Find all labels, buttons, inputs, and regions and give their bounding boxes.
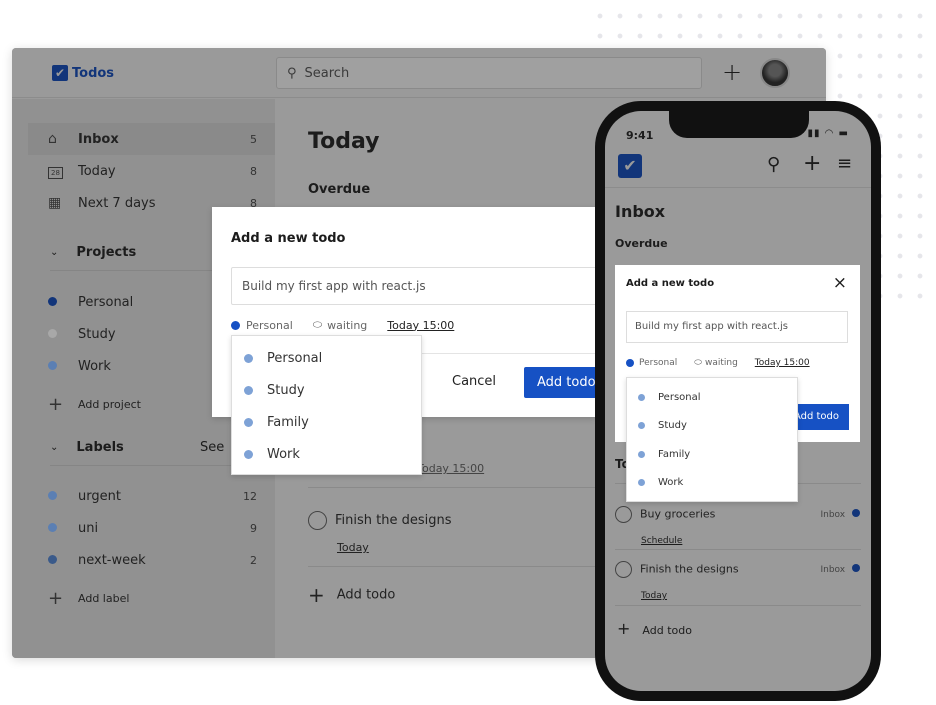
project-color-dot bbox=[852, 509, 860, 517]
search-icon: ⚲ bbox=[287, 65, 297, 81]
plus-icon: + bbox=[48, 393, 64, 415]
project-color-dot bbox=[48, 361, 57, 370]
todo-item[interactable]: Finish the designs bbox=[308, 511, 452, 530]
dropdown-option[interactable]: Work bbox=[627, 469, 797, 498]
sidebar-item-today[interactable]: 28 Today 8 bbox=[28, 155, 275, 187]
label-item[interactable]: urgent 12 bbox=[28, 480, 275, 512]
dropdown-option[interactable]: Family bbox=[627, 440, 797, 469]
home-icon: ⌂ bbox=[48, 131, 57, 147]
complete-checkbox[interactable] bbox=[615, 506, 632, 523]
page-title: Today bbox=[308, 129, 380, 154]
dropdown-option[interactable]: Personal bbox=[627, 383, 797, 412]
dropdown-option[interactable]: Work bbox=[232, 438, 421, 470]
due-date-picker[interactable]: Today 15:00 bbox=[755, 358, 810, 368]
modal-title: Add a new todo bbox=[231, 231, 346, 246]
plus-icon[interactable]: + bbox=[803, 151, 821, 176]
add-todo-header-button[interactable]: + bbox=[722, 58, 742, 86]
modal-title: Add a new todo bbox=[626, 278, 715, 289]
complete-checkbox[interactable] bbox=[615, 561, 632, 578]
due-date-link[interactable]: Schedule bbox=[641, 536, 682, 546]
checkbox-logo-icon: ✔ bbox=[52, 65, 68, 81]
page-title: Inbox bbox=[615, 202, 666, 221]
dropdown-option[interactable]: Personal bbox=[232, 342, 421, 374]
app-logo-icon[interactable]: ✔ bbox=[618, 154, 642, 178]
project-select[interactable]: Personal bbox=[231, 319, 293, 332]
due-date-link[interactable]: Today 15:00 bbox=[417, 462, 484, 475]
project-color-dot bbox=[48, 329, 57, 338]
top-header: ✔ Todos ⚲ Search + bbox=[12, 48, 826, 98]
label-color-dot bbox=[48, 491, 57, 500]
label-select[interactable]: ⬭ waiting bbox=[694, 358, 738, 368]
todo-title-input[interactable]: Build my first app with react.js bbox=[231, 267, 611, 305]
tag-icon: ⬭ bbox=[694, 358, 702, 368]
label-select[interactable]: ⬭ waiting bbox=[313, 318, 368, 332]
dropdown-option[interactable]: Study bbox=[627, 412, 797, 441]
project-select[interactable]: Personal bbox=[626, 358, 677, 368]
todo-title-input[interactable]: Build my first app with react.js bbox=[626, 311, 848, 343]
tag-icon: ⬭ bbox=[312, 318, 323, 331]
status-icons: ▮▮ ◠ ▬ bbox=[807, 128, 849, 139]
add-label-button[interactable]: + Add label bbox=[28, 582, 275, 614]
search-icon[interactable]: ⚲ bbox=[767, 154, 780, 175]
calendar-day-icon: 28 bbox=[48, 163, 78, 179]
label-color-dot bbox=[48, 523, 57, 532]
app-logo[interactable]: ✔ Todos bbox=[52, 65, 114, 81]
sidebar-item-inbox[interactable]: ⌂ Inbox 5 bbox=[28, 123, 275, 155]
search-input[interactable]: ⚲ Search bbox=[276, 57, 702, 89]
project-color-dot bbox=[852, 564, 860, 572]
due-date-link[interactable]: Today bbox=[641, 591, 667, 601]
phone-mockup: 9:41 ▮▮ ◠ ▬ ✔ ⚲ + ≡ Inbox Overdue To Buy… bbox=[595, 101, 881, 701]
close-icon[interactable]: × bbox=[833, 273, 847, 293]
plus-icon: + bbox=[308, 583, 325, 607]
dropdown-option[interactable]: Family bbox=[232, 406, 421, 438]
phone-screen: 9:41 ▮▮ ◠ ▬ ✔ ⚲ + ≡ Inbox Overdue To Buy… bbox=[605, 111, 871, 691]
avatar[interactable] bbox=[760, 58, 790, 88]
dropdown-option[interactable]: Study bbox=[232, 374, 421, 406]
phone-notch bbox=[669, 111, 809, 138]
menu-icon[interactable]: ≡ bbox=[837, 153, 852, 174]
add-todo-button[interactable]: + Add todo bbox=[308, 583, 395, 607]
status-time: 9:41 bbox=[626, 129, 654, 142]
project-dropdown: Personal Study Family Work bbox=[626, 377, 798, 502]
plus-icon: + bbox=[617, 619, 631, 638]
project-dropdown: Personal Study Family Work bbox=[231, 335, 422, 475]
label-item[interactable]: next-week 2 bbox=[28, 544, 275, 576]
label-item[interactable]: uni 9 bbox=[28, 512, 275, 544]
chevron-down-icon: ⌄ bbox=[50, 442, 59, 453]
calendar-week-icon: ▦ bbox=[48, 195, 62, 211]
labels-see-all-link[interactable]: See bbox=[200, 440, 224, 455]
plus-icon: + bbox=[48, 587, 64, 609]
todo-item[interactable]: Finish the designs Inbox bbox=[615, 561, 860, 578]
cancel-button[interactable]: Cancel bbox=[452, 374, 496, 389]
todo-item[interactable]: Buy groceries Inbox bbox=[615, 506, 860, 523]
overdue-heading: Overdue bbox=[308, 182, 371, 197]
complete-checkbox[interactable] bbox=[308, 511, 327, 530]
project-color-dot bbox=[48, 297, 57, 306]
project-color-dot bbox=[231, 320, 240, 330]
label-color-dot bbox=[48, 555, 57, 564]
add-todo-button[interactable]: + Add todo bbox=[617, 619, 692, 638]
due-date-picker[interactable]: Today 15:00 bbox=[387, 319, 454, 332]
due-date-link[interactable]: Today bbox=[337, 541, 369, 554]
chevron-down-icon: ⌄ bbox=[50, 247, 59, 258]
overdue-heading: Overdue bbox=[615, 237, 668, 250]
